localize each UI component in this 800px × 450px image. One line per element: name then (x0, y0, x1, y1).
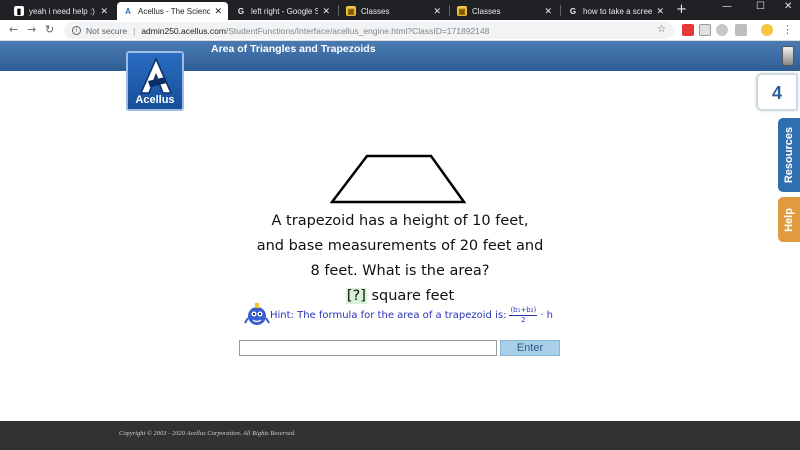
tab-label: how to take a screen sh (583, 6, 653, 16)
browser-tab-5[interactable]: ▣ Classes ✕ (451, 2, 558, 20)
extension-icon[interactable] (682, 24, 694, 36)
address-divider: | (133, 25, 136, 36)
extension-icon[interactable] (716, 24, 728, 36)
close-icon[interactable]: ✕ (322, 6, 330, 17)
profile-avatar[interactable] (761, 24, 773, 36)
tab-separator (560, 5, 561, 16)
hint-label: Hint (270, 309, 291, 321)
bookmark-star-icon[interactable]: ☆ (657, 24, 666, 35)
enter-button[interactable]: Enter (500, 340, 560, 356)
answer-input[interactable] (239, 340, 497, 356)
browser-tab-6[interactable]: G how to take a screen sh ✕ (562, 2, 670, 20)
resources-label: Resources (783, 126, 796, 184)
close-icon[interactable]: ✕ (656, 6, 664, 17)
extension-icon[interactable] (699, 24, 711, 36)
forward-arrow-icon[interactable]: → (27, 23, 36, 36)
browser-tab-4[interactable]: ▣ Classes ✕ (340, 2, 447, 20)
copyright-text: Copyright © 2003 - 2020 Acellus Corporat… (119, 430, 296, 437)
hint-row: Hint : The formula for the area of a tra… (244, 302, 553, 328)
browser-toolbar: ← → ↻ i Not secure | admin250.acellus.co… (0, 20, 800, 41)
address-bar[interactable]: i Not secure | admin250.acellus.com /Stu… (64, 22, 674, 39)
tab-label: yeah i need help :) ....... (29, 6, 96, 16)
bookmark-icon: ▮ (14, 6, 24, 16)
close-icon[interactable]: ✕ (214, 6, 222, 17)
browser-tab-3[interactable]: G left right - Google Search ✕ (230, 2, 336, 20)
browser-tab-strip: ▮ yeah i need help :) ....... ✕ A Acellu… (0, 0, 800, 20)
tab-separator (338, 5, 339, 16)
classes-icon: ▣ (457, 6, 467, 16)
maximize-button[interactable]: ☐ (756, 1, 765, 12)
question-line-3: 8 feet. What is the area? (310, 263, 490, 279)
acellus-icon: A (125, 6, 131, 16)
help-tab[interactable]: Help (778, 197, 800, 242)
tab-separator (449, 5, 450, 16)
resources-tab[interactable]: Resources (778, 118, 800, 192)
google-icon: G (569, 6, 577, 16)
lesson-header-band (0, 41, 800, 71)
tab-label: Classes (472, 6, 501, 16)
scroll-indicator-icon[interactable] (782, 46, 794, 66)
question-line-2: and base measurements of 20 feet and (256, 238, 544, 254)
question-line-1: A trapezoid has a height of 10 feet, (271, 213, 529, 229)
hint-fraction: (b₁+b₂) 2 (509, 305, 538, 325)
hint-text: : The formula for the area of a trapezoi… (290, 309, 507, 321)
help-label: Help (783, 207, 795, 232)
fraction-denominator: 2 (521, 315, 526, 324)
hint-height-term: · h (540, 309, 553, 321)
browser-tab-1[interactable]: ▮ yeah i need help :) ....... ✕ (8, 2, 114, 20)
tab-label: Classes (361, 6, 390, 16)
problem-counter: 4 (757, 74, 797, 110)
url-path: /StudentFunctions/Interface/acellus_engi… (225, 25, 490, 36)
back-arrow-icon[interactable]: ← (9, 23, 18, 36)
lesson-title: Area of Triangles and Trapezoids (211, 43, 376, 55)
extension-icon[interactable] (735, 24, 747, 36)
logo-text: Acellus (135, 94, 175, 106)
security-label: Not secure (86, 25, 128, 36)
classes-icon: ▣ (346, 6, 356, 16)
close-window-button[interactable]: ✕ (784, 1, 792, 12)
tab-label: left right - Google Search (251, 6, 319, 16)
browser-tab-2[interactable]: A Acellus - The Science of ✕ (117, 2, 228, 20)
minimize-button[interactable]: — (722, 1, 732, 12)
fraction-numerator: (b₁+b₂) (509, 305, 538, 316)
trapezoid-figure (330, 154, 466, 204)
google-icon: G (237, 6, 245, 16)
question-text: A trapezoid has a height of 10 feet, and… (240, 209, 560, 309)
info-icon[interactable]: i (72, 26, 81, 35)
close-icon[interactable]: ✕ (433, 6, 441, 17)
tab-label: Acellus - The Science of (138, 6, 211, 16)
acellus-logo: Acellus (126, 51, 184, 111)
url-host: admin250.acellus.com (141, 25, 226, 36)
close-icon[interactable]: ✕ (100, 6, 108, 17)
reload-icon[interactable]: ↻ (45, 23, 54, 36)
hint-mascot-icon (244, 303, 270, 325)
menu-dots-icon[interactable]: ⋮ (782, 23, 793, 36)
close-icon[interactable]: ✕ (544, 6, 552, 17)
acellus-a-icon (139, 57, 173, 94)
new-tab-button[interactable]: + (676, 2, 687, 17)
